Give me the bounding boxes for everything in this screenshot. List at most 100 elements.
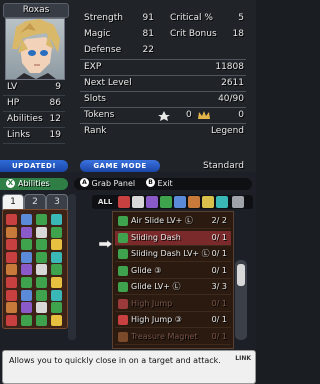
panel-slot[interactable] xyxy=(36,226,47,238)
list-scrollbar[interactable] xyxy=(235,260,247,340)
deck-tab-1[interactable]: 1 xyxy=(2,194,24,210)
deck-scrollbar[interactable] xyxy=(68,194,76,340)
x-button-icon: X xyxy=(6,179,15,188)
filter-item-icon[interactable] xyxy=(146,196,158,208)
ability-count: 3/ 3 xyxy=(211,282,227,291)
ability-name: Sliding Dash LV+ Ⓛ xyxy=(131,249,210,258)
filter-link-icon[interactable] xyxy=(174,196,186,208)
stats-panel: Strength 91 Critical % 5 Magic 81 Crit B… xyxy=(74,7,252,141)
panel-slot[interactable] xyxy=(21,251,32,263)
ability-row[interactable]: High Jump 0/ 1 xyxy=(115,297,231,312)
game-mode-label: GAME MODE xyxy=(80,160,160,172)
filter-sort-icon[interactable] xyxy=(232,196,244,208)
ability-count: 0/ 1 xyxy=(211,331,227,341)
filter-level-icon[interactable] xyxy=(202,196,214,208)
ability-row[interactable]: Glide ③ 0/ 1 xyxy=(115,264,231,279)
ability-row[interactable]: High Jump ③ 0/ 1 xyxy=(115,313,231,328)
panel-slot[interactable] xyxy=(6,226,17,238)
character-portrait xyxy=(5,18,65,80)
ability-count: 0/ 1 xyxy=(211,249,227,258)
stat-next-level: Next Level 2611 xyxy=(84,78,244,88)
panel-slot[interactable] xyxy=(21,314,32,326)
panel-slot[interactable] xyxy=(51,302,62,314)
abilities-tab-label: Abilities xyxy=(18,179,50,188)
panel-slot[interactable] xyxy=(21,226,32,238)
b-button-icon: B xyxy=(146,178,155,187)
stat-slots: Slots 40/90 xyxy=(84,94,244,104)
filter-gear-icon[interactable] xyxy=(188,196,200,208)
panel-slot[interactable] xyxy=(36,302,47,314)
filter-all[interactable]: ALL xyxy=(98,195,112,209)
panel-slot[interactable] xyxy=(6,302,17,314)
ability-row[interactable]: Treasure Magnet 0/ 1 xyxy=(115,330,231,345)
list-scroll-thumb[interactable] xyxy=(237,264,245,286)
deck-tab-3[interactable]: 3 xyxy=(46,194,68,210)
panel-slot[interactable] xyxy=(36,277,47,288)
ability-count: 2/ 2 xyxy=(211,216,227,225)
panel-slot[interactable] xyxy=(6,277,17,288)
category-filter-bar: ALL xyxy=(92,195,253,209)
ability-row[interactable]: Glide LV+ Ⓛ 3/ 3 xyxy=(115,280,231,295)
stat-abilities: Abilities 12 xyxy=(3,112,65,128)
ability-row[interactable]: Air Slide LV+ Ⓛ 2/ 2 xyxy=(115,214,231,229)
exit-hint[interactable]: B Exit xyxy=(146,178,173,190)
panel-slot[interactable] xyxy=(21,289,32,301)
ability-icon xyxy=(118,282,128,292)
grab-panel-hint[interactable]: A Grab Panel xyxy=(80,178,135,190)
panel-slot[interactable] xyxy=(51,239,62,251)
game-mode-value: Standard xyxy=(203,161,244,171)
panel-slot[interactable] xyxy=(51,264,62,276)
panel-slot[interactable] xyxy=(36,251,47,263)
abilities-tab[interactable]: X Abilities xyxy=(0,178,68,190)
panel-slot-grid[interactable] xyxy=(2,209,68,329)
stat-defense: Defense 22 xyxy=(84,45,154,55)
filter-ability-icon[interactable] xyxy=(160,196,172,208)
stat-exp: EXP 11808 xyxy=(84,62,244,72)
panel-slot[interactable] xyxy=(6,264,17,276)
panel-slot[interactable] xyxy=(51,226,62,238)
ability-count: 0/ 1 xyxy=(211,315,227,324)
stat-strength: Strength 91 Critical % 5 xyxy=(84,13,244,23)
filter-special-icon[interactable] xyxy=(216,196,228,208)
panel-slot[interactable] xyxy=(36,314,47,326)
panel-slot[interactable] xyxy=(6,239,17,251)
panel-slot[interactable] xyxy=(21,302,32,314)
panel-slot[interactable] xyxy=(6,289,17,301)
panel-slot[interactable] xyxy=(21,214,32,225)
ability-name: High Jump ③ xyxy=(131,315,182,324)
description-box: Allows you to quickly close in on a targ… xyxy=(2,350,256,384)
ability-row[interactable]: Sliding Dash 0/ 1 xyxy=(115,230,231,246)
panel-slot[interactable] xyxy=(36,239,47,251)
ability-name: Glide LV+ Ⓛ xyxy=(131,282,181,291)
filter-weapon-icon[interactable] xyxy=(118,196,130,208)
panel-slot[interactable] xyxy=(51,314,62,326)
panel-slot[interactable] xyxy=(6,251,17,263)
ability-name: Air Slide LV+ Ⓛ xyxy=(131,216,193,225)
panel-slot[interactable] xyxy=(36,214,47,225)
status-screen: Roxas LV 9 HP 86 Abilities 12 Links 19 S… xyxy=(0,0,256,192)
panel-slot[interactable] xyxy=(51,214,62,225)
stat-rank: Rank Legend xyxy=(84,126,244,136)
panel-slot[interactable] xyxy=(51,277,62,288)
panel-slot[interactable] xyxy=(51,251,62,263)
panel-slot[interactable] xyxy=(6,214,17,225)
panel-slot[interactable] xyxy=(6,314,17,326)
ability-icon xyxy=(118,298,128,309)
panel-slot[interactable] xyxy=(21,277,32,288)
panel-slot[interactable] xyxy=(21,239,32,251)
ability-list: Air Slide LV+ Ⓛ 2/ 2 Sliding Dash 0/ 1 Slidi… xyxy=(112,211,234,349)
filter-magic-icon[interactable] xyxy=(132,196,144,208)
deck-tab-2[interactable]: 2 xyxy=(24,194,46,210)
stat-magic: Magic 81 Crit Bonus 18 xyxy=(84,29,244,39)
panel-slot[interactable] xyxy=(21,264,32,276)
panel-slot[interactable] xyxy=(36,264,47,276)
ability-row[interactable]: Sliding Dash LV+ Ⓛ 0/ 1 xyxy=(115,247,231,262)
ability-icon xyxy=(118,331,128,342)
panel-slot[interactable] xyxy=(51,289,62,301)
ability-name: Sliding Dash xyxy=(131,232,181,242)
ability-name: Treasure Magnet xyxy=(131,331,198,341)
ability-count: 0/ 1 xyxy=(211,232,227,242)
link-badge: LINK xyxy=(235,355,251,362)
panel-slot[interactable] xyxy=(36,289,47,301)
a-button-icon: A xyxy=(80,178,89,187)
